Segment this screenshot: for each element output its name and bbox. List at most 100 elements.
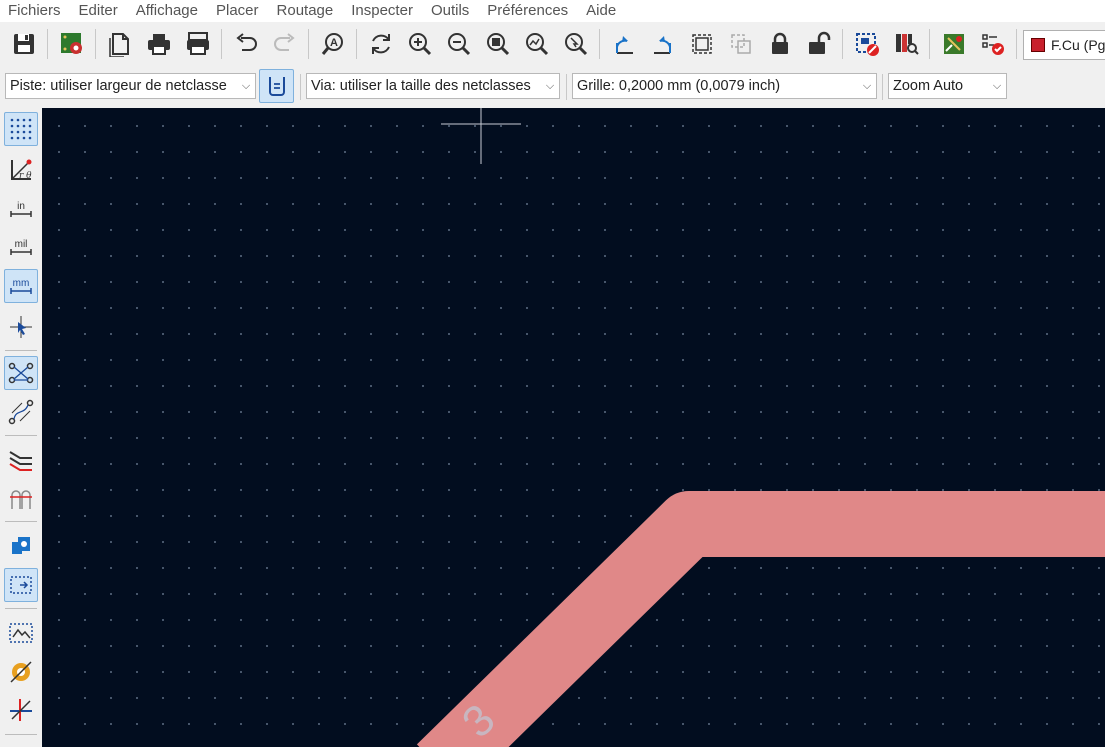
via-size-select[interactable]: Via: utiliser la taille des netclasses ⌵	[306, 73, 560, 99]
pad-display-button[interactable]	[4, 528, 38, 562]
print-button[interactable]	[142, 27, 176, 61]
toolbar-separator	[308, 29, 309, 59]
pad-icon	[12, 537, 30, 554]
selection-area-icon	[10, 576, 32, 594]
track-width-select[interactable]: Piste: utiliser largeur de netclasse ⌵	[5, 73, 256, 99]
menu-preferences[interactable]: Préférences	[478, 0, 577, 22]
menu-editer[interactable]: Editer	[70, 0, 127, 22]
show-holes-button[interactable]	[4, 655, 38, 689]
zone-display-button[interactable]	[4, 616, 38, 650]
units-inch-button[interactable]: in	[4, 192, 38, 226]
find-button[interactable]: A	[316, 27, 350, 61]
grid-icon	[10, 118, 32, 140]
cursor-shape-button[interactable]	[4, 310, 38, 344]
show-graphics-button[interactable]	[4, 693, 38, 727]
plot-button[interactable]	[181, 27, 215, 61]
via-display-button[interactable]	[4, 568, 38, 602]
chevron-down-icon: ⌵	[862, 79, 872, 92]
track-width-icon	[268, 77, 285, 96]
svg-text:in: in	[17, 201, 25, 212]
inch-units-icon: in	[10, 201, 32, 217]
ungroup-button[interactable]	[724, 27, 758, 61]
toolbar-separator	[5, 734, 37, 735]
zoom-select[interactable]: Zoom Auto ⌵	[888, 73, 1007, 99]
main-toolbar: A	[0, 22, 1105, 66]
rotate-ccw-button[interactable]	[607, 27, 641, 61]
lock-button[interactable]	[763, 27, 797, 61]
rotate-cw-button[interactable]	[646, 27, 680, 61]
use-track-width-button[interactable]	[259, 69, 294, 103]
group-button[interactable]	[685, 27, 719, 61]
ratsnest-icon	[8, 362, 34, 384]
toolbar-separator	[566, 74, 567, 100]
toolbar-separator	[47, 29, 48, 59]
group-icon	[691, 34, 712, 54]
svg-text:mm: mm	[13, 278, 30, 289]
menu-aide[interactable]: Aide	[577, 0, 625, 22]
zoom-value: Zoom Auto	[893, 78, 964, 94]
zoom-objects-button[interactable]	[520, 27, 554, 61]
net-inspector-icon	[9, 451, 32, 471]
toolbar-separator	[842, 29, 843, 59]
undo-icon	[235, 33, 257, 51]
high-contrast-icon	[10, 699, 32, 721]
footprint-browser-button[interactable]	[889, 27, 923, 61]
menu-routage[interactable]: Routage	[268, 0, 343, 22]
full-crosshair-icon	[10, 316, 32, 338]
zoom-out-button[interactable]	[442, 27, 476, 61]
grid-select[interactable]: Grille: 0,2000 mm (0,0079 inch) ⌵	[572, 73, 877, 99]
track-display-button[interactable]	[4, 481, 38, 515]
menu-affichage[interactable]: Affichage	[127, 0, 207, 22]
toolbar-separator	[1016, 29, 1017, 59]
units-mm-button[interactable]: mm	[4, 269, 38, 303]
layer-select-label: F.Cu (Pg	[1051, 37, 1105, 53]
grid-value: Grille: 0,2000 mm (0,0079 inch)	[577, 78, 781, 94]
curved-ratsnest-button[interactable]	[4, 395, 38, 429]
pcb-canvas[interactable]: 3	[42, 108, 1105, 747]
zoom-objects-icon	[525, 33, 548, 56]
redo-button[interactable]	[268, 27, 302, 61]
update-pcb-icon	[943, 34, 964, 54]
redraw-button[interactable]	[364, 27, 398, 61]
zoom-out-icon	[447, 33, 470, 56]
menu-fichiers[interactable]: Fichiers	[0, 0, 70, 22]
save-icon	[13, 34, 34, 54]
unlock-button[interactable]	[802, 27, 836, 61]
zoom-selection-button[interactable]	[559, 27, 593, 61]
pcb-drawing: 3	[416, 108, 1105, 747]
copper-track[interactable]	[416, 491, 1105, 747]
toolbar-separator	[5, 350, 37, 351]
layer-select[interactable]: F.Cu (Pg	[1023, 30, 1105, 60]
drc-button[interactable]	[850, 27, 884, 61]
units-mil-button[interactable]: mil	[4, 230, 38, 264]
polar-coords-button[interactable]: r θ	[4, 153, 38, 187]
toolbar-separator	[5, 608, 37, 609]
cursor-crosshair	[441, 108, 521, 164]
undo-button[interactable]	[229, 27, 263, 61]
save-button[interactable]	[7, 27, 41, 61]
menu-outils[interactable]: Outils	[422, 0, 478, 22]
update-from-schematic-button[interactable]	[937, 27, 971, 61]
drc-icon	[855, 33, 879, 56]
zoom-fit-button[interactable]	[481, 27, 515, 61]
board-setup-button[interactable]	[55, 27, 89, 61]
toolbar-separator	[929, 29, 930, 59]
plotter-icon	[186, 32, 209, 55]
toolbar-separator	[882, 74, 883, 100]
menu-inspecter[interactable]: Inspecter	[342, 0, 422, 22]
svg-text:r θ: r θ	[19, 171, 32, 181]
curved-ratsnest-icon	[8, 399, 34, 425]
track-outline-icon	[10, 490, 32, 509]
page-settings-button[interactable]	[103, 27, 137, 61]
show-ratsnest-button[interactable]	[4, 356, 38, 390]
menu-placer[interactable]: Placer	[207, 0, 268, 22]
unlock-icon	[808, 31, 830, 54]
zoom-in-button[interactable]	[403, 27, 437, 61]
library-browser-icon	[895, 34, 919, 55]
rotate-ccw-icon	[615, 36, 633, 54]
left-toolbar: r θ in mil mm	[0, 108, 42, 747]
toggle-grid-button[interactable]	[4, 112, 38, 146]
aux-toolbar: Piste: utiliser largeur de netclasse ⌵ V…	[0, 66, 1105, 109]
scripting-button[interactable]	[976, 27, 1010, 61]
net-highlight-button[interactable]	[4, 442, 38, 476]
